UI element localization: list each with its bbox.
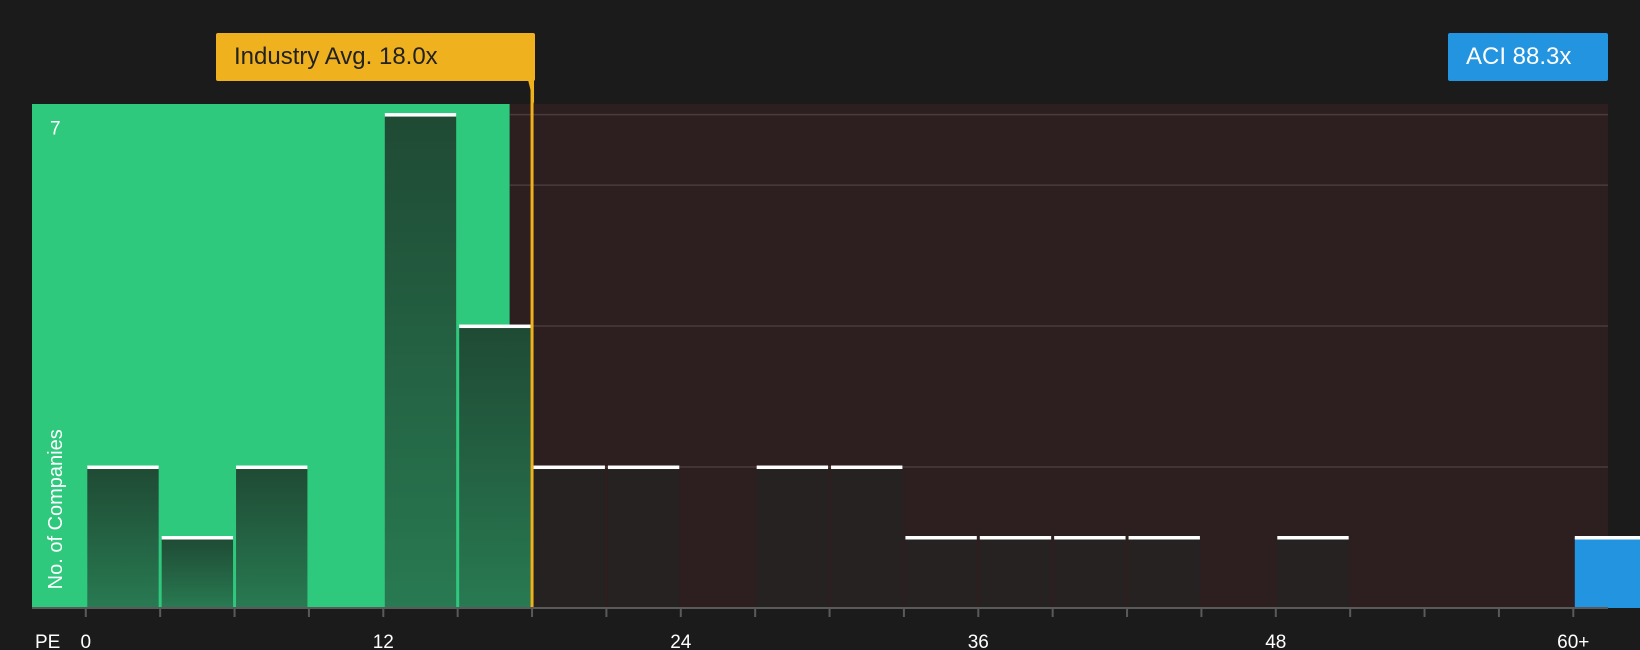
histogram-bar-cap xyxy=(905,536,977,540)
y-tick-label: 7 xyxy=(50,119,61,140)
x-axis-label: PE xyxy=(35,632,60,650)
histogram-bar-cap xyxy=(979,536,1052,540)
histogram-bar-cap xyxy=(459,324,531,329)
histogram-bar xyxy=(384,114,457,608)
pe-distribution-chart: 0 12 24 36 48 60+ PE 7 No. of Companies xyxy=(32,80,1640,650)
x-tick-label: 48 xyxy=(1265,632,1286,650)
company-pe-callout: ACI 88.3x xyxy=(1448,33,1608,81)
histogram-bar xyxy=(607,467,680,608)
x-tick-label: 24 xyxy=(670,632,692,650)
histogram-bar-cap xyxy=(1574,536,1640,540)
y-axis-label: No. of Companies xyxy=(45,429,67,589)
histogram-bar-cap xyxy=(607,465,680,470)
histogram-bar-cap xyxy=(161,536,234,540)
histogram-bar xyxy=(161,537,234,608)
histogram-bar xyxy=(979,537,1052,608)
histogram-bar xyxy=(1277,537,1349,608)
histogram-bar-cap xyxy=(756,465,829,470)
histogram-bar xyxy=(533,467,605,608)
histogram-bar xyxy=(1574,537,1640,608)
histogram-bar xyxy=(236,467,308,608)
histogram-bar xyxy=(1128,537,1200,608)
histogram-bar xyxy=(459,326,531,608)
industry-average-callout: Industry Avg. 18.0x xyxy=(216,33,535,81)
x-tick-label: 0 xyxy=(81,632,92,650)
x-tick-label: 60+ xyxy=(1557,632,1589,650)
histogram-bar xyxy=(87,467,159,608)
histogram-bar-cap xyxy=(87,465,159,470)
histogram-bar xyxy=(1054,537,1126,608)
histogram-bar-cap xyxy=(1128,536,1200,540)
histogram-bar-cap xyxy=(1054,536,1126,540)
histogram-bar-cap xyxy=(533,465,605,470)
x-tick-label: 12 xyxy=(373,632,394,650)
histogram-bar xyxy=(756,467,829,608)
histogram-bar-cap xyxy=(384,113,457,117)
histogram-bar-cap xyxy=(831,465,903,470)
histogram-bar xyxy=(905,537,977,608)
histogram-bar-cap xyxy=(236,465,308,470)
histogram-bar xyxy=(831,467,903,608)
histogram-bar-cap xyxy=(1277,536,1349,540)
x-tick-label: 36 xyxy=(968,632,989,650)
